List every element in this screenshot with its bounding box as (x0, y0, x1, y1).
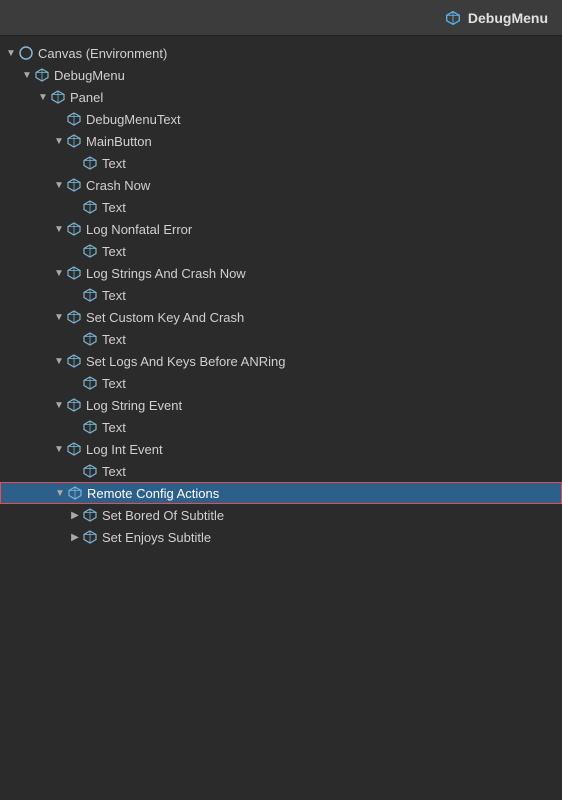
cube-icon (34, 67, 50, 83)
app-container: DebugMenu Canvas (Environment) DebugMenu P… (0, 0, 562, 800)
tree-row[interactable]: Set Enjoys Subtitle (0, 526, 562, 548)
node-label: Crash Now (86, 178, 150, 193)
tree-row[interactable]: Text (0, 284, 562, 306)
tree-arrow[interactable] (52, 356, 66, 367)
node-label: Text (102, 464, 126, 479)
node-label: DebugMenuText (86, 112, 181, 127)
tree-arrow[interactable] (52, 444, 66, 455)
tree-row[interactable]: Canvas (Environment) (0, 42, 562, 64)
node-label: Canvas (Environment) (38, 46, 167, 61)
tree-arrow[interactable] (52, 224, 66, 235)
node-label: Text (102, 332, 126, 347)
tree-arrow[interactable] (52, 400, 66, 411)
cube-icon (82, 155, 98, 171)
tree-row[interactable]: Set Custom Key And Crash (0, 306, 562, 328)
tree-row[interactable]: Log Strings And Crash Now (0, 262, 562, 284)
tree-row[interactable]: Log Int Event (0, 438, 562, 460)
tree-row[interactable]: DebugMenuText (0, 108, 562, 130)
node-label: Log Strings And Crash Now (86, 266, 246, 281)
cube-icon (50, 89, 66, 105)
node-label: DebugMenu (54, 68, 125, 83)
cube-icon (66, 265, 82, 281)
node-label: Log Nonfatal Error (86, 222, 192, 237)
cube-icon (82, 243, 98, 259)
node-label: Text (102, 200, 126, 215)
tree-arrow[interactable] (20, 70, 34, 81)
header-text: DebugMenu (468, 10, 548, 26)
cube-icon (66, 221, 82, 237)
tree-arrow[interactable] (53, 488, 67, 499)
tree-row[interactable]: Text (0, 372, 562, 394)
circle-icon (18, 45, 34, 61)
tree-row[interactable]: Log String Event (0, 394, 562, 416)
tree-row[interactable]: Text (0, 240, 562, 262)
node-label: Log Int Event (86, 442, 163, 457)
cube-icon (82, 287, 98, 303)
node-label: Text (102, 244, 126, 259)
tree-arrow[interactable] (4, 48, 18, 59)
cube-icon (66, 309, 82, 325)
node-label: MainButton (86, 134, 152, 149)
cube-icon (82, 419, 98, 435)
tree-row[interactable]: Text (0, 196, 562, 218)
tree-arrow[interactable] (36, 92, 50, 103)
cube-icon (82, 375, 98, 391)
tree-row[interactable]: Set Logs And Keys Before ANRing (0, 350, 562, 372)
tree-container[interactable]: Canvas (Environment) DebugMenu Panel DebugM… (0, 36, 562, 800)
node-label: Set Logs And Keys Before ANRing (86, 354, 285, 369)
node-label: Text (102, 156, 126, 171)
cube-icon (82, 529, 98, 545)
tree-row[interactable]: Log Nonfatal Error (0, 218, 562, 240)
tree-row[interactable]: MainButton (0, 130, 562, 152)
tree-row[interactable]: Set Bored Of Subtitle (0, 504, 562, 526)
tree-row[interactable]: Text (0, 152, 562, 174)
cube-icon (66, 397, 82, 413)
cube-icon (67, 485, 83, 501)
tree-row[interactable]: Text (0, 416, 562, 438)
header-title: DebugMenu (444, 9, 548, 27)
cube-icon (82, 507, 98, 523)
cube-icon (66, 133, 82, 149)
cube-icon (66, 441, 82, 457)
cube-icon (66, 111, 82, 127)
cube-icon (82, 331, 98, 347)
tree-row[interactable]: Crash Now (0, 174, 562, 196)
header-cube-icon (444, 9, 462, 27)
node-label: Text (102, 288, 126, 303)
tree-arrow[interactable] (52, 136, 66, 147)
cube-icon (82, 463, 98, 479)
tree-row[interactable]: Text (0, 328, 562, 350)
tree-row[interactable]: Remote Config Actions (0, 482, 562, 504)
tree-arrow[interactable] (52, 312, 66, 323)
node-label: Set Custom Key And Crash (86, 310, 244, 325)
node-label: Panel (70, 90, 103, 105)
node-label: Set Enjoys Subtitle (102, 530, 211, 545)
node-label: Text (102, 376, 126, 391)
tree-arrow[interactable] (68, 510, 82, 521)
cube-icon (66, 177, 82, 193)
tree-row[interactable]: Panel (0, 86, 562, 108)
tree-row[interactable]: Text (0, 460, 562, 482)
cube-icon (66, 353, 82, 369)
node-label: Text (102, 420, 126, 435)
header: DebugMenu (0, 0, 562, 36)
tree-arrow[interactable] (52, 180, 66, 191)
node-label: Log String Event (86, 398, 182, 413)
node-label: Set Bored Of Subtitle (102, 508, 224, 523)
tree-arrow[interactable] (52, 268, 66, 279)
tree-arrow[interactable] (68, 532, 82, 543)
cube-icon (82, 199, 98, 215)
node-label: Remote Config Actions (87, 486, 219, 501)
tree-row[interactable]: DebugMenu (0, 64, 562, 86)
